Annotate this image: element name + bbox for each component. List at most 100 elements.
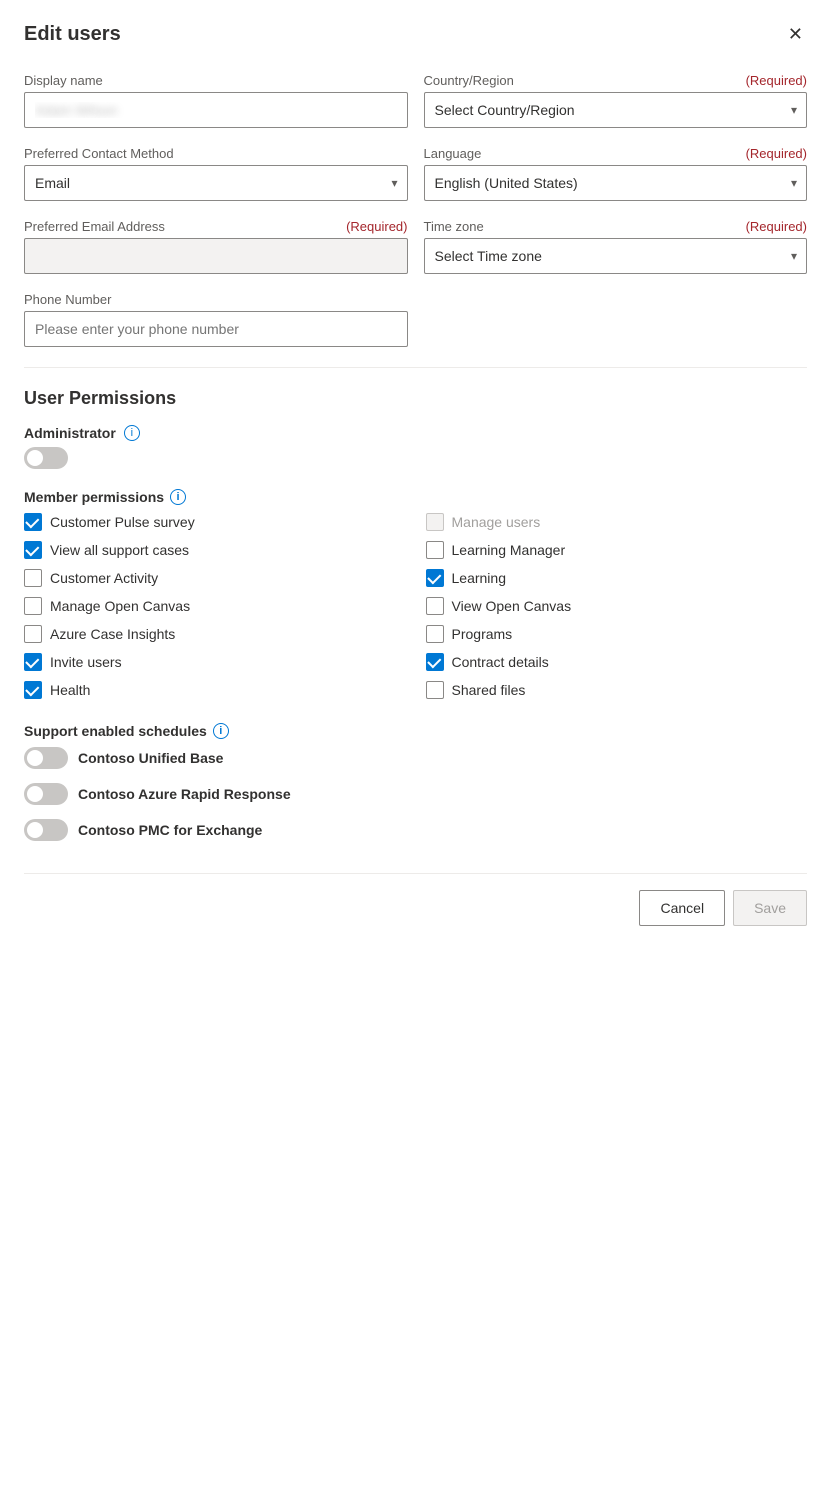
permission-item-azure_case_insights: Azure Case Insights [24, 625, 406, 643]
administrator-toggle-wrapper [24, 447, 807, 469]
label-programs: Programs [452, 626, 513, 642]
phone-number-input[interactable] [24, 311, 408, 347]
permission-item-programs: Programs [426, 625, 808, 643]
checkbox-shared_files[interactable] [426, 681, 444, 699]
checkbox-learning_manager[interactable] [426, 541, 444, 559]
language-field: Language (Required) English (United Stat… [424, 146, 808, 201]
modal-header: Edit users ✕ [24, 20, 807, 49]
section-divider [24, 367, 807, 368]
checkbox-customer_activity[interactable] [24, 569, 42, 587]
checkbox-customer_pulse[interactable] [24, 513, 42, 531]
checkbox-azure_case_insights[interactable] [24, 625, 42, 643]
preferred-email-field: Preferred Email Address (Required) [24, 219, 408, 274]
permission-item-manage_users: Manage users [426, 513, 808, 531]
label-shared_files: Shared files [452, 682, 526, 698]
label-view_open_canvas: View Open Canvas [452, 598, 572, 614]
label-view_all_cases: View all support cases [50, 542, 189, 558]
schedule-item-contoso_pmc: Contoso PMC for Exchange [24, 819, 807, 841]
language-required: (Required) [746, 146, 807, 161]
label-customer_activity: Customer Activity [50, 570, 158, 586]
country-required: (Required) [746, 73, 807, 88]
close-button[interactable]: ✕ [784, 20, 807, 49]
time-zone-wrapper: Select Time zone ▾ [424, 238, 808, 274]
member-permissions-section: Member permissions i Customer Pulse surv… [24, 489, 807, 699]
preferred-contact-label: Preferred Contact Method [24, 146, 408, 161]
footer-actions: Cancel Save [24, 873, 807, 926]
form-row-2: Preferred Contact Method Email Phone ▾ L… [24, 146, 807, 201]
permissions-grid: Customer Pulse survey Manage users View al… [24, 513, 807, 699]
country-select[interactable]: Select Country/Region [424, 92, 808, 128]
form-row-1: Display name Country/Region (Required) S… [24, 73, 807, 128]
checkbox-contract_details[interactable] [426, 653, 444, 671]
label-health: Health [50, 682, 90, 698]
permission-item-contract_details: Contract details [426, 653, 808, 671]
preferred-email-label: Preferred Email Address (Required) [24, 219, 408, 234]
phone-number-label: Phone Number [24, 292, 807, 307]
schedule-item-contoso_azure: Contoso Azure Rapid Response [24, 783, 807, 805]
edit-users-modal: Edit users ✕ Display name Country/Region… [0, 0, 831, 1501]
permission-item-learning: Learning [426, 569, 808, 587]
language-label: Language (Required) [424, 146, 808, 161]
permission-item-manage_open_canvas: Manage Open Canvas [24, 597, 406, 615]
time-zone-select[interactable]: Select Time zone [424, 238, 808, 274]
member-permissions-header: Member permissions i [24, 489, 807, 505]
time-zone-field: Time zone (Required) Select Time zone ▾ [424, 219, 808, 274]
timezone-required: (Required) [746, 219, 807, 234]
preferred-contact-select[interactable]: Email Phone [24, 165, 408, 201]
label-contract_details: Contract details [452, 654, 549, 670]
label-learning: Learning [452, 570, 507, 586]
time-zone-label: Time zone (Required) [424, 219, 808, 234]
preferred-contact-field: Preferred Contact Method Email Phone ▾ [24, 146, 408, 201]
administrator-toggle[interactable] [24, 447, 68, 469]
language-select[interactable]: English (United States) [424, 165, 808, 201]
schedule-label-contoso_azure: Contoso Azure Rapid Response [78, 786, 291, 802]
administrator-section: Administrator i [24, 425, 807, 469]
checkbox-programs[interactable] [426, 625, 444, 643]
display-name-input[interactable] [24, 92, 408, 128]
admin-label-row: Administrator i [24, 425, 807, 441]
schedule-toggle-contoso_unified[interactable] [24, 747, 68, 769]
checkbox-invite_users[interactable] [24, 653, 42, 671]
preferred-email-input[interactable] [24, 238, 408, 274]
language-wrapper: English (United States) ▾ [424, 165, 808, 201]
schedule-slider-contoso_unified [24, 747, 68, 769]
label-customer_pulse: Customer Pulse survey [50, 514, 195, 530]
administrator-info-icon[interactable]: i [124, 425, 140, 441]
save-button[interactable]: Save [733, 890, 807, 926]
schedules-info-icon[interactable]: i [213, 723, 229, 739]
permission-item-health: Health [24, 681, 406, 699]
country-select-wrapper: Select Country/Region ▾ [424, 92, 808, 128]
checkbox-manage_open_canvas[interactable] [24, 597, 42, 615]
label-learning_manager: Learning Manager [452, 542, 566, 558]
member-permissions-info-icon[interactable]: i [170, 489, 186, 505]
schedules-header: Support enabled schedules i [24, 723, 807, 739]
checkbox-health[interactable] [24, 681, 42, 699]
administrator-slider [24, 447, 68, 469]
cancel-button[interactable]: Cancel [639, 890, 725, 926]
permission-item-customer_pulse: Customer Pulse survey [24, 513, 406, 531]
modal-title: Edit users [24, 23, 121, 46]
display-name-label: Display name [24, 73, 408, 88]
country-region-label: Country/Region (Required) [424, 73, 808, 88]
checkbox-learning[interactable] [426, 569, 444, 587]
preferred-contact-wrapper: Email Phone ▾ [24, 165, 408, 201]
permission-item-shared_files: Shared files [426, 681, 808, 699]
permission-item-view_all_cases: View all support cases [24, 541, 406, 559]
label-invite_users: Invite users [50, 654, 122, 670]
checkbox-view_all_cases[interactable] [24, 541, 42, 559]
schedule-item-contoso_unified: Contoso Unified Base [24, 747, 807, 769]
form-row-3: Preferred Email Address (Required) Time … [24, 219, 807, 274]
schedule-toggle-contoso_pmc[interactable] [24, 819, 68, 841]
schedule-slider-contoso_pmc [24, 819, 68, 841]
checkbox-view_open_canvas[interactable] [426, 597, 444, 615]
user-permissions-title: User Permissions [24, 388, 807, 409]
permission-item-invite_users: Invite users [24, 653, 406, 671]
checkbox-manage_users [426, 513, 444, 531]
schedule-toggle-contoso_azure[interactable] [24, 783, 68, 805]
permission-item-view_open_canvas: View Open Canvas [426, 597, 808, 615]
schedule-label-contoso_unified: Contoso Unified Base [78, 750, 223, 766]
permission-item-customer_activity: Customer Activity [24, 569, 406, 587]
country-region-field: Country/Region (Required) Select Country… [424, 73, 808, 128]
schedule-slider-contoso_azure [24, 783, 68, 805]
label-manage_open_canvas: Manage Open Canvas [50, 598, 190, 614]
